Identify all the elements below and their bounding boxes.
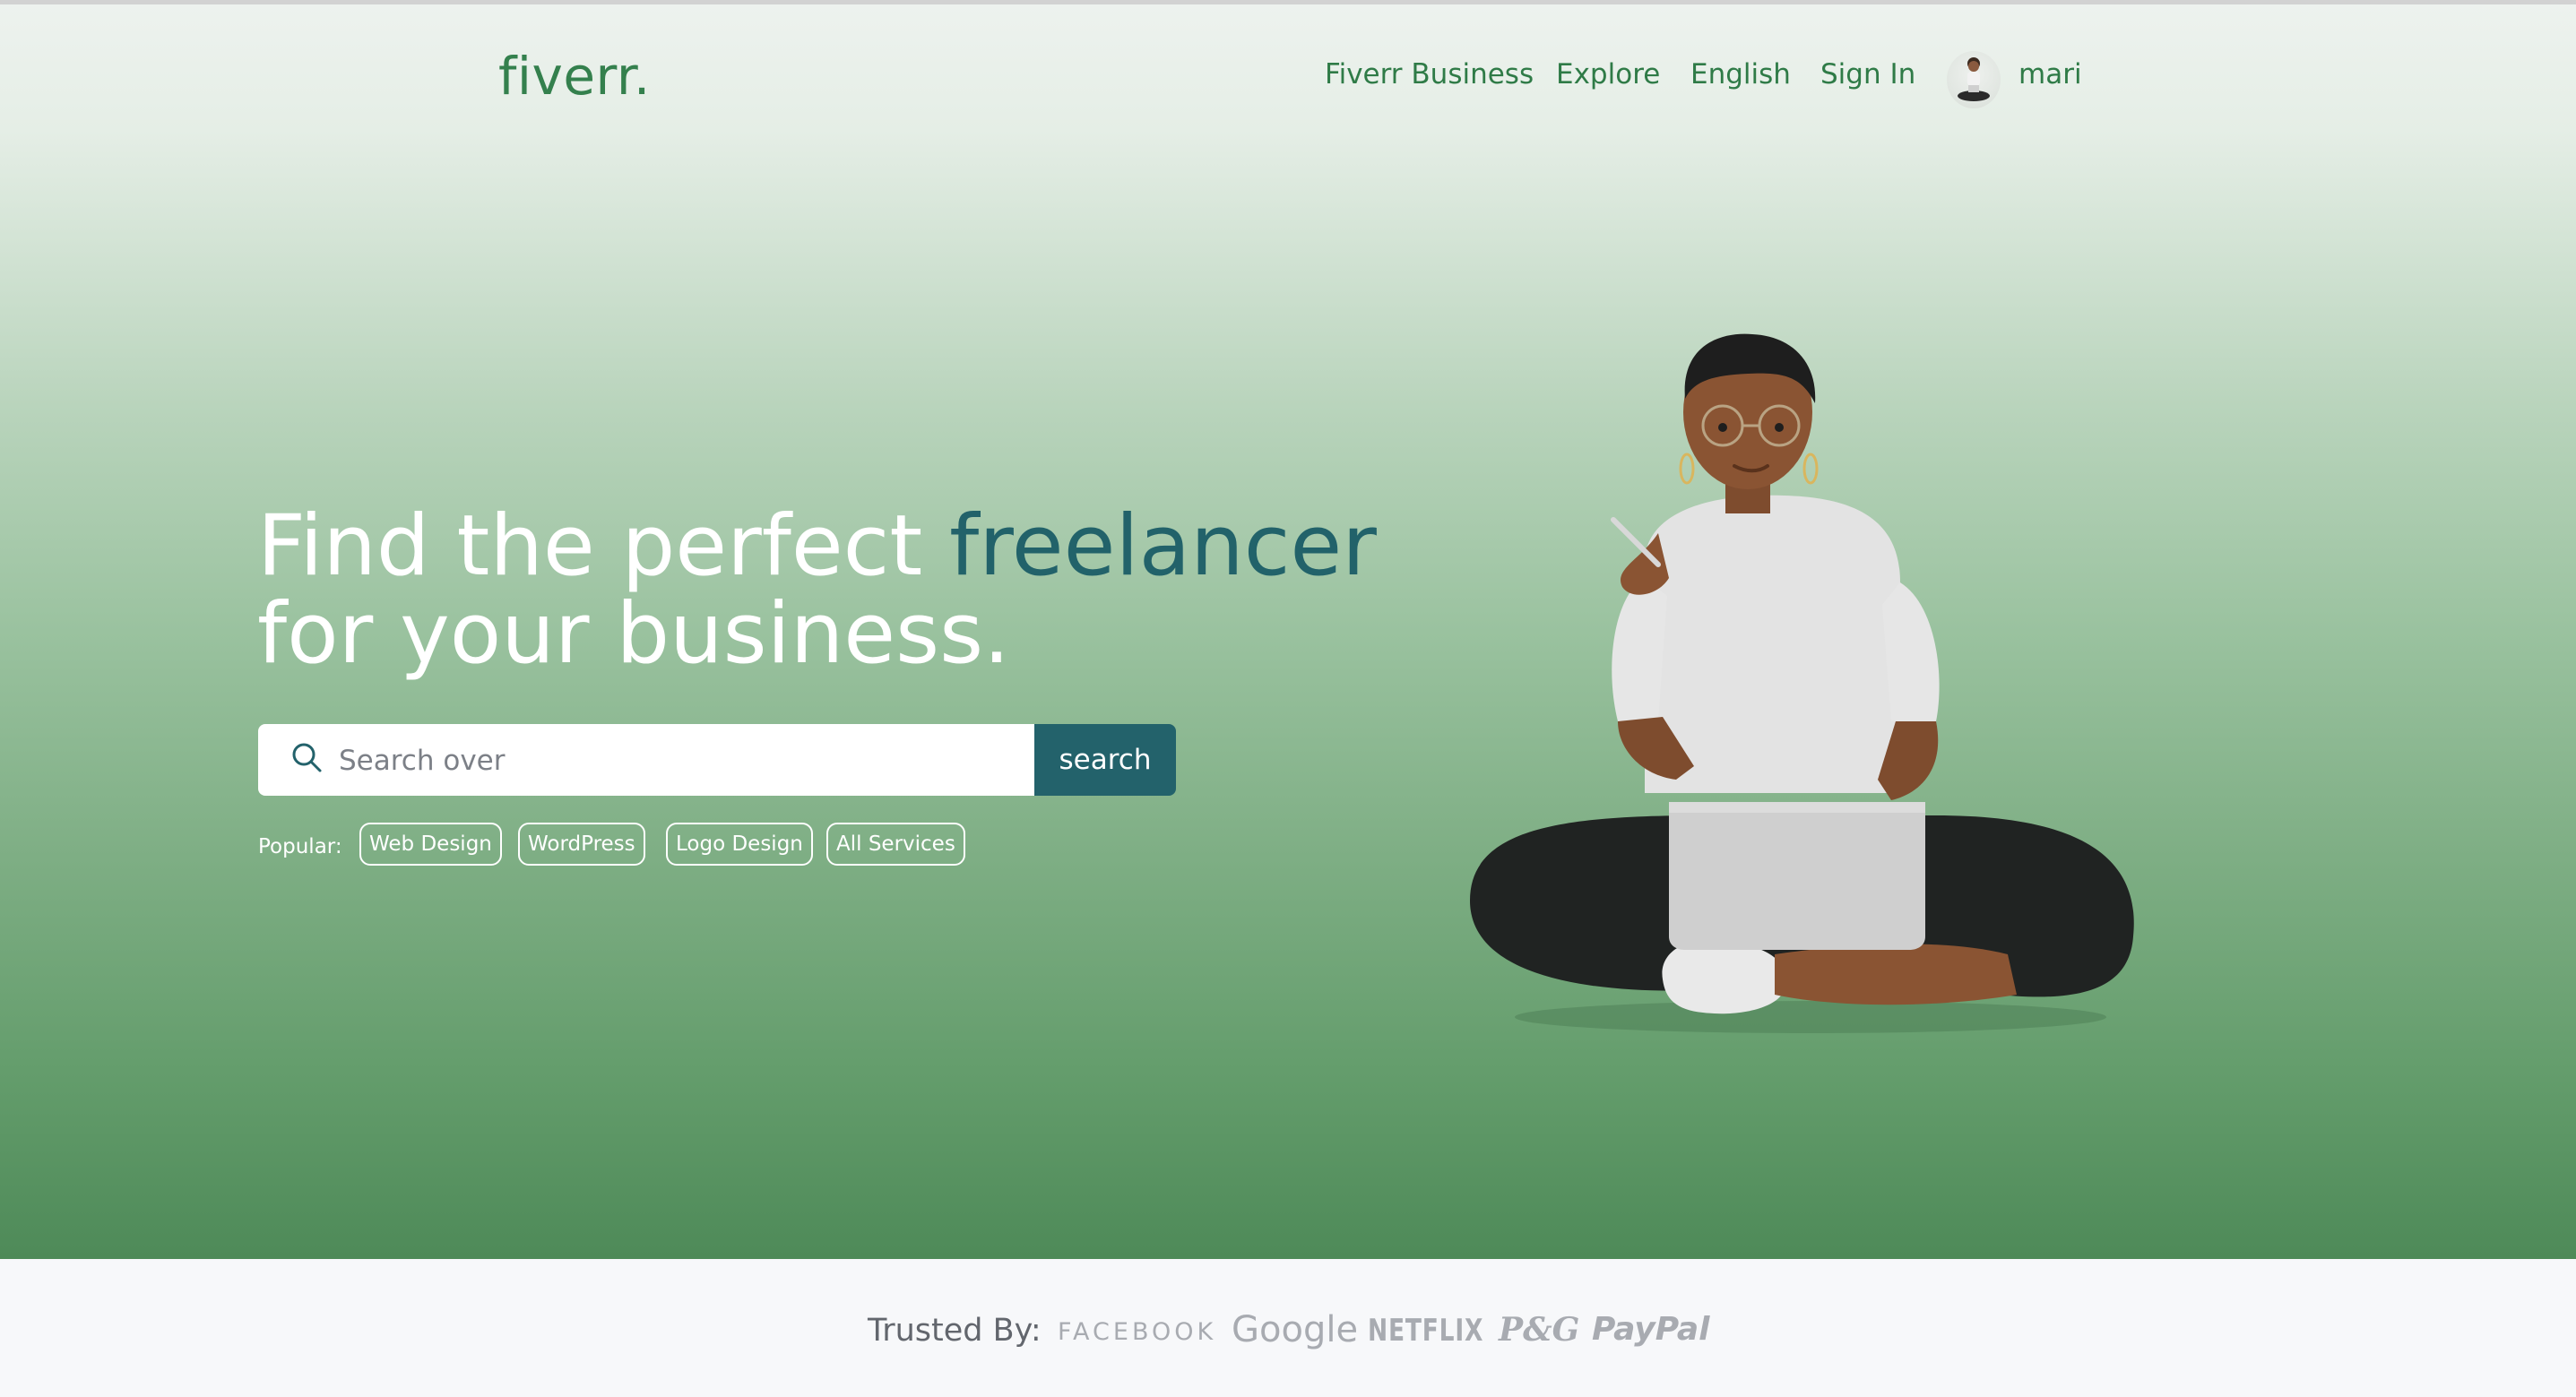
popular-tag-web-design[interactable]: Web Design (359, 823, 502, 866)
hero-headline: Find the perfect freelancer for your bus… (257, 503, 1377, 678)
headline-part1: Find the perfect (257, 497, 950, 595)
nav-explore[interactable]: Explore (1556, 58, 1660, 91)
brand-logo-google: Google (1232, 1309, 1359, 1350)
search-field-container[interactable] (258, 724, 1034, 796)
popular-tag-all-services[interactable]: All Services (826, 823, 965, 866)
nav-fiverr-business[interactable]: Fiverr Business (1325, 58, 1534, 91)
popular-tag-wordpress[interactable]: WordPress (518, 823, 645, 866)
popular-label: Popular: (258, 835, 342, 858)
brand-logo-pg: P&G (1499, 1311, 1580, 1349)
search-bar: search (258, 724, 1176, 796)
hero-section: fiverr. Fiverr Business Explore English … (0, 4, 2576, 1259)
search-icon (292, 743, 322, 772)
user-avatar[interactable] (1947, 51, 2001, 108)
headline-line2: for your business. (257, 585, 1010, 683)
search-input[interactable] (337, 737, 1004, 785)
nav-english[interactable]: English (1690, 58, 1791, 91)
brand-logo-netflix: NETFLIX (1368, 1313, 1484, 1349)
search-button[interactable]: search (1034, 724, 1176, 796)
hero-illustration-freelancer (1470, 333, 2134, 1033)
user-name[interactable]: mari (2018, 58, 2082, 91)
brand-logo-facebook: FACEBOOK (1058, 1318, 1217, 1346)
avatar-person-icon (1958, 57, 1990, 101)
trusted-by-section: Trusted By: FACEBOOK Google NETFLIX P&G … (0, 1259, 2576, 1397)
popular-tag-logo-design[interactable]: Logo Design (666, 823, 813, 866)
headline-accent: freelancer (949, 497, 1377, 595)
top-navigation: Fiverr Business Explore English Sign In … (0, 58, 2576, 112)
nav-sign-in[interactable]: Sign In (1820, 58, 1915, 91)
brand-logo-paypal: PayPal (1592, 1311, 1710, 1348)
trusted-by-label: Trusted By: (868, 1313, 1042, 1349)
